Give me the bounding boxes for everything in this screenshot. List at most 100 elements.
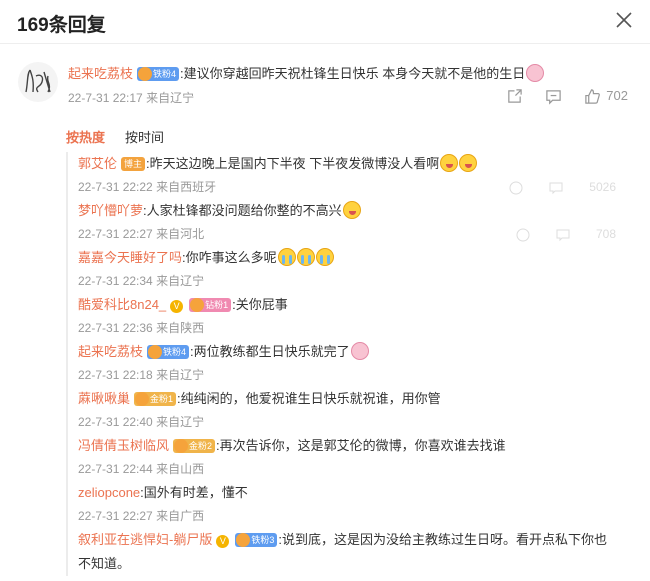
fan-badge: 金粉1 — [134, 392, 177, 406]
fan-badge-icon — [236, 533, 251, 547]
fan-badge-icon — [135, 392, 150, 406]
author-badge: 博主 — [121, 157, 146, 171]
pig-emoji-icon — [350, 342, 369, 360]
like-count: 702 — [606, 88, 628, 103]
reply-item: 郭艾伦 博主:昨天这边晚上是国内下半夜 下半夜发微博没人看啊 22-7-31 22… — [68, 152, 616, 199]
reply-meta: 22-7-31 22:22 来自西班牙 5026 — [78, 176, 616, 199]
reply-date: 22-7-31 22:18 — [78, 368, 153, 382]
reply-date: 22-7-31 22:27 — [78, 227, 153, 241]
reply-date: 22-7-31 22:44 — [78, 462, 153, 476]
comment-icon[interactable] — [549, 181, 563, 195]
reply-date: 22-7-31 22:40 — [78, 415, 153, 429]
reply-username[interactable]: 冯倩倩玉树临风 — [78, 438, 169, 453]
like-button[interactable]: 702 — [584, 87, 628, 105]
share-button[interactable] — [506, 88, 523, 105]
vip-icon: V — [170, 300, 184, 313]
fan-badge: 铁粉4 — [137, 67, 180, 81]
reply-meta: 22-7-31 22:40 来自辽宁 — [78, 411, 616, 434]
reply-username[interactable]: 蔴啾啾巢 — [78, 391, 130, 406]
tab-time[interactable]: 按时间 — [125, 127, 164, 146]
reply-username[interactable]: 嘉嘉今天睡好了吗 — [78, 250, 182, 265]
fan-badge: 钻粉1 — [189, 298, 232, 312]
reply-text: :你咋事这么多呢 — [182, 250, 277, 265]
reply-username[interactable]: 梦吖懵吖萝 — [78, 203, 143, 218]
fan-badge: 铁粉3 — [235, 533, 278, 547]
laugh-emoji-icon — [459, 154, 478, 172]
comment-line: 起来吃荔枝 铁粉4:建议你穿越回昨天祝杜锋生日快乐 本身今天就不是他的生日 — [68, 64, 628, 84]
reply-location: 来自山西 — [156, 462, 205, 476]
reply-location: 来自西班牙 — [156, 180, 217, 194]
fan-badge-icon — [190, 298, 205, 312]
reply-text: :国外有时差，懂不 — [140, 485, 248, 500]
reply-meta: 22-7-31 22:36 来自陕西 — [78, 317, 616, 340]
avatar[interactable] — [18, 62, 58, 102]
reply-meta: 22-7-31 22:34 来自辽宁 — [78, 270, 616, 293]
reply-item: 嘉嘉今天睡好了吗:你咋事这么多呢 22-7-31 22:34 来自辽宁 — [68, 246, 616, 293]
reply-text: :昨天这边晚上是国内下半夜 下半夜发微博没人看啊 — [146, 156, 440, 171]
reply-username[interactable]: 酷爱科比8n24_ — [78, 297, 166, 312]
comment-username[interactable]: 起来吃荔枝 — [68, 66, 133, 81]
thumbs-up-icon — [585, 88, 601, 104]
reply-item: 叙利亚在逃悍妇-躺尸版 V 铁粉3:说到底，这是因为没给主教练过生日呀。看开点私下你… — [68, 528, 616, 576]
reply-text: :纯纯闲的，他爱祝谁生日快乐就祝谁，用你管 — [177, 391, 441, 406]
pig-emoji-icon — [526, 64, 545, 82]
reply-item: 酷爱科比8n24_ V 钻粉1:关你屁事 22-7-31 22:36 来自陕西 — [68, 293, 616, 340]
reply-actions: 5026 — [509, 176, 616, 199]
reply-date: 22-7-31 22:22 — [78, 180, 153, 194]
fan-badge: 铁粉4 — [147, 345, 190, 359]
like-count: 708 — [595, 227, 616, 241]
reply-username[interactable]: zeliopcone — [78, 485, 140, 500]
comment-location: 来自辽宁 — [146, 91, 195, 105]
cry-emoji-icon — [277, 248, 296, 266]
cry-emoji-icon — [296, 248, 315, 266]
reply-username[interactable]: 起来吃荔枝 — [78, 344, 143, 359]
like-button[interactable]: 708 — [596, 223, 616, 246]
fan-badge: 金粉2 — [173, 439, 216, 453]
reply-item: 起来吃荔枝 铁粉4:两位教练都生日快乐就完了 22-7-31 22:18 来自辽宁 — [68, 340, 616, 387]
fan-badge-icon — [174, 439, 189, 453]
reply-item: 冯倩倩玉树临风 金粉2:再次告诉你，这是郭艾伦的微博，你喜欢谁去找谁 22-7-3… — [68, 434, 616, 481]
reply-location: 来自辽宁 — [156, 368, 205, 382]
reply-text: :关你屁事 — [232, 297, 288, 312]
smile-emoji-icon — [342, 201, 361, 219]
fan-badge-icon — [138, 67, 153, 81]
comment-icon — [546, 89, 562, 105]
reply-text: :两位教练都生日快乐就完了 — [190, 344, 350, 359]
reply-meta: 22-7-31 22:27 来自广西 — [78, 505, 616, 528]
dialog-header: 169条回复 — [0, 0, 650, 44]
reply-button[interactable] — [545, 88, 562, 105]
laugh-emoji-icon — [440, 154, 459, 172]
reply-item: 梦吖懵吖萝:人家杜锋都没问题给你整的不高兴 22-7-31 22:27 来自河北… — [68, 199, 616, 246]
reply-actions: 708 — [516, 223, 616, 246]
reply-item: zeliopcone:国外有时差，懂不 22-7-31 22:27 来自广西 — [68, 481, 616, 528]
dialog-title: 169条回复 — [17, 15, 106, 36]
close-icon[interactable] — [614, 10, 634, 30]
comment-text: :建议你穿越回昨天祝杜锋生日快乐 本身今天就不是他的生日 — [180, 66, 526, 81]
tab-hot[interactable]: 按热度 — [66, 127, 105, 146]
info-icon[interactable] — [516, 228, 530, 242]
info-icon[interactable] — [509, 181, 523, 195]
reply-text: :人家杜锋都没问题给你整的不高兴 — [143, 203, 342, 218]
like-count: 5026 — [589, 180, 616, 194]
avatar-sketch-icon — [25, 69, 51, 93]
like-button[interactable]: 5026 — [589, 176, 616, 199]
reply-list: 郭艾伦 博主:昨天这边晚上是国内下半夜 下半夜发微博没人看啊 22-7-31 22… — [66, 152, 616, 576]
reply-meta: 22-7-31 22:44 来自山西 — [78, 458, 616, 481]
reply-location: 来自陕西 — [156, 321, 205, 335]
reply-location: 来自河北 — [156, 227, 205, 241]
reply-username[interactable]: 郭艾伦 — [78, 156, 117, 171]
reply-location: 来自辽宁 — [156, 274, 205, 288]
comment-actions: 702 — [506, 87, 628, 105]
fan-badge-icon — [148, 345, 163, 359]
reply-date: 22-7-31 22:34 — [78, 274, 153, 288]
reply-location: 来自广西 — [156, 509, 205, 523]
sort-tabs: 按热度 按时间 — [66, 127, 164, 146]
reply-item: 蔴啾啾巢 金粉1:纯纯闲的，他爱祝谁生日快乐就祝谁，用你管 22-7-31 22:… — [68, 387, 616, 434]
vip-icon: V — [216, 535, 230, 548]
reply-location: 来自辽宁 — [156, 415, 205, 429]
reply-meta: 22-7-31 22:27 来自河北 708 — [78, 223, 616, 246]
comment-icon[interactable] — [556, 228, 570, 242]
reply-username[interactable]: 叙利亚在逃悍妇-躺尸版 — [78, 532, 212, 547]
comment-date: 22-7-31 22:17 — [68, 91, 143, 105]
share-icon — [508, 88, 523, 103]
